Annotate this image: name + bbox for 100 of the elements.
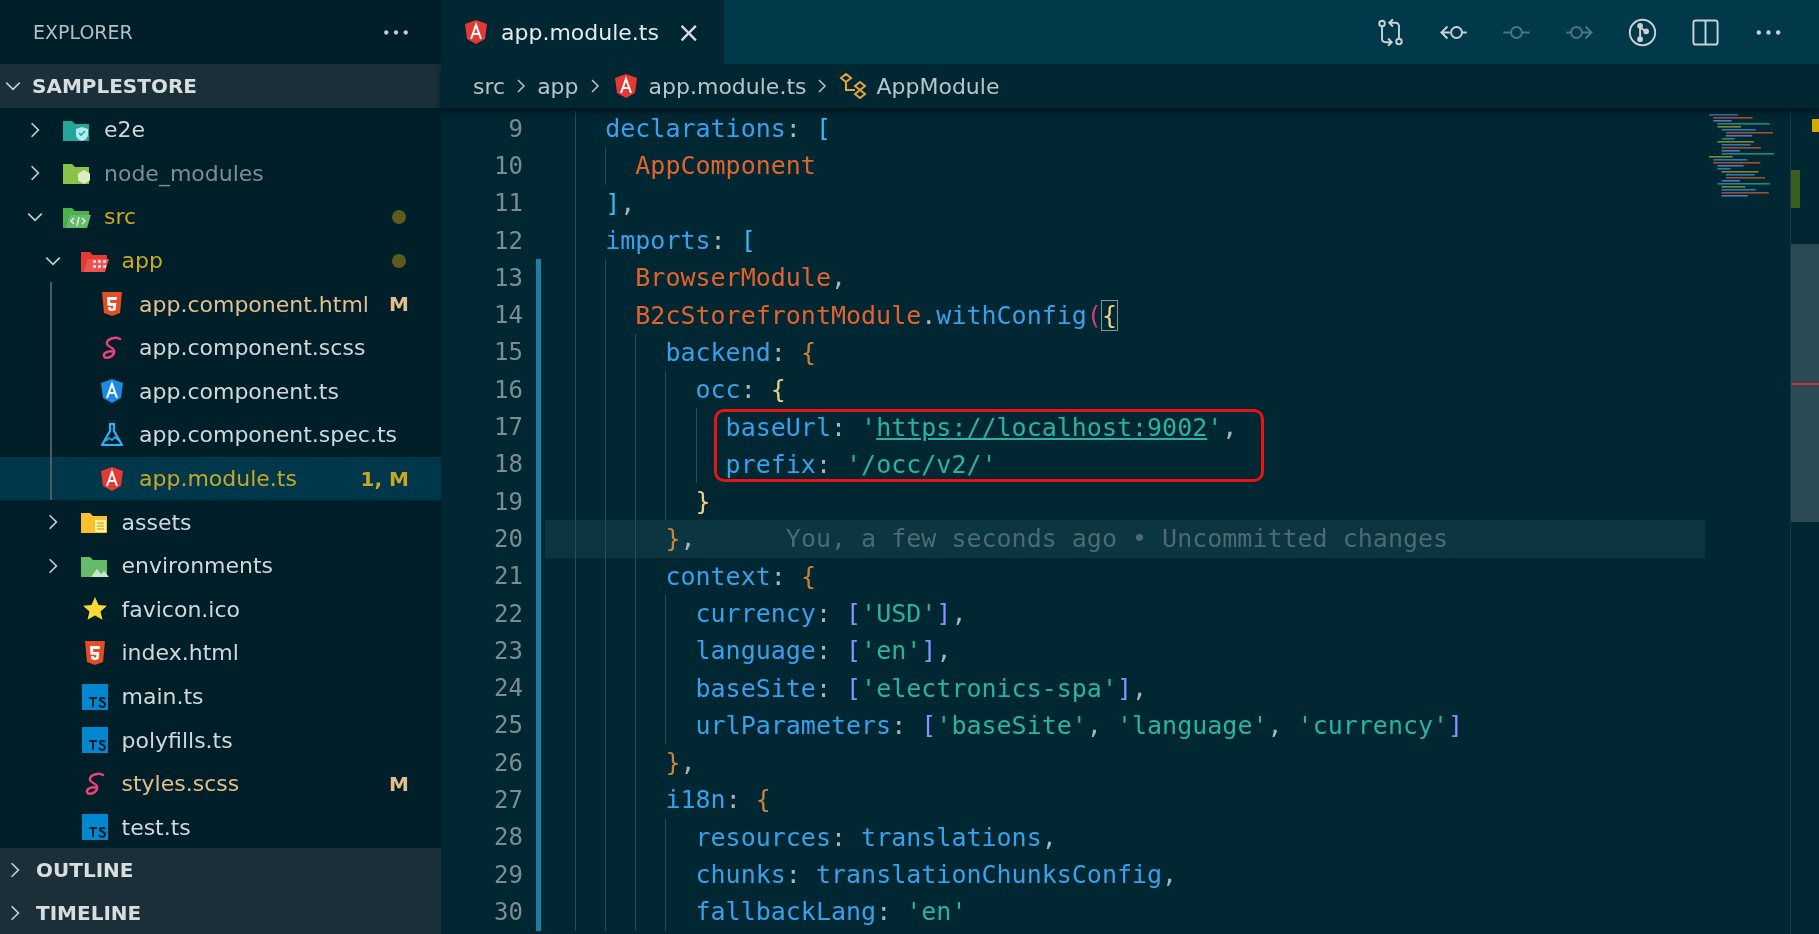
line-number: 24 [493, 674, 523, 703]
file-name: polyfills.ts [121, 727, 233, 753]
tree-item[interactable]: app.component.ts [0, 369, 441, 414]
file-name: main.ts [121, 684, 204, 709]
tree-item[interactable]: app.module.ts 1, M [0, 456, 441, 501]
code-line: context: { [665, 561, 816, 591]
branch-circle-icon[interactable] [1628, 17, 1657, 47]
tree-item[interactable]: app.component.html M [0, 282, 441, 326]
tree-item[interactable]: src [0, 195, 441, 239]
code-line: baseUrl: 'https://localhost:9002', [725, 412, 1238, 442]
more-icon[interactable] [383, 27, 409, 37]
scroll-thumb[interactable] [1791, 244, 1819, 522]
code-line: }, [665, 524, 696, 554]
line-number: 27 [493, 786, 523, 814]
code-line: currency: ['USD'], [695, 599, 967, 628]
warning-marker [1812, 119, 1819, 132]
line-number: 13 [493, 263, 523, 292]
code-line: imports: [ [605, 226, 756, 256]
close-button[interactable]: × [676, 15, 701, 49]
typescript-file-icon [79, 814, 110, 841]
line-number: 29 [493, 860, 523, 889]
tree-item[interactable]: node_modules [0, 151, 441, 196]
file-name: node_modules [104, 160, 264, 186]
tree-item[interactable]: app [0, 238, 441, 283]
tree-item[interactable]: app.component.scss [0, 325, 441, 370]
git-status-label: M [389, 771, 409, 796]
code-line: B2cStorefrontModule.withConfig({ [635, 300, 1117, 330]
code-line: backend: { [665, 337, 816, 367]
tree-item[interactable]: polyfills.ts [0, 718, 441, 762]
line-number: 18 [493, 450, 523, 479]
tree-item[interactable]: e2e [0, 108, 441, 152]
tab-title: app.module.ts [501, 19, 659, 45]
error-marker [1791, 383, 1819, 385]
tree-item[interactable]: favicon.ico [0, 587, 441, 632]
typescript-file-icon [79, 727, 110, 754]
code-line: ], [605, 188, 636, 218]
file-name: styles.scss [121, 771, 240, 797]
tree-item[interactable]: styles.scss M [0, 761, 441, 806]
line-number: 21 [493, 562, 523, 591]
code-line: declarations: [ [605, 114, 831, 144]
change-marker [1791, 170, 1800, 208]
line-number: 28 [493, 823, 523, 852]
tree-item[interactable]: main.ts [0, 674, 441, 719]
code-line: chunks: translationChunksConfig, [695, 860, 1178, 890]
breadcrumb-item[interactable]: app [537, 73, 579, 99]
code-line: AppComponent [635, 151, 816, 181]
breadcrumb-item[interactable]: src [473, 73, 506, 99]
code-line: occ: { [695, 375, 786, 405]
file-name: app.component.html [139, 291, 369, 317]
line-number: 19 [493, 487, 523, 516]
project-header[interactable]: SAMPLESTORE [0, 64, 441, 108]
scrollbar[interactable] [1790, 108, 1819, 934]
file-name: favicon.ico [121, 596, 241, 622]
code-line: i18n: { [665, 785, 771, 815]
breadcrumb-item[interactable]: AppModule [838, 73, 1000, 99]
git-status-label: 1, M [360, 466, 409, 491]
line-number: 14 [493, 301, 523, 330]
file-name: test.ts [121, 814, 191, 840]
line-number: 25 [493, 711, 523, 740]
code-line: } [695, 487, 711, 517]
project-name: SAMPLESTORE [32, 74, 197, 98]
line-number: 20 [493, 524, 523, 553]
file-name: app.component.spec.ts [139, 422, 397, 448]
file-name: environments [121, 553, 274, 579]
section-title: OUTLINE [36, 857, 134, 882]
tree-item[interactable]: test.ts [0, 805, 441, 848]
file-name: src [104, 204, 137, 230]
editor-tab[interactable]: app.module.ts × [441, 0, 725, 64]
tree-item[interactable]: assets [0, 500, 441, 544]
section-header[interactable]: TIMELINE [0, 891, 441, 934]
file-name: e2e [104, 117, 146, 143]
section-header[interactable]: OUTLINE [0, 848, 441, 891]
tree-item[interactable]: app.component.spec.ts [0, 413, 441, 457]
line-number: 30 [493, 897, 523, 926]
file-name: app.component.ts [139, 378, 339, 404]
line-number: 9 [507, 114, 523, 143]
split-editor-icon[interactable] [1691, 17, 1720, 47]
line-number: 12 [493, 226, 523, 255]
typescript-file-icon [79, 683, 110, 710]
code-line: baseSite: ['electronics-spa'], [695, 673, 1148, 703]
code-line: BrowserModule, [635, 263, 847, 293]
line-number: 10 [493, 151, 523, 180]
section-title: TIMELINE [36, 900, 142, 925]
file-name: assets [121, 509, 192, 535]
file-name: index.html [121, 640, 239, 666]
blame-annotation: You, a few seconds ago • Uncommitted changes [785, 524, 1449, 554]
tree-item[interactable]: index.html [0, 631, 441, 675]
line-number: 15 [493, 338, 523, 367]
line-number: 11 [493, 189, 523, 218]
panel-title: EXPLORER [33, 21, 133, 43]
code-line: urlParameters: ['baseSite', 'language', 'currency'] [695, 710, 1464, 740]
line-number: 16 [493, 375, 523, 404]
breadcrumb-item[interactable]: app.module.ts [610, 73, 807, 99]
class-icon [838, 73, 869, 99]
line-number: 17 [493, 413, 523, 441]
code-line: fallbackLang: 'en' [695, 897, 967, 927]
code-line: prefix: '/occ/v2/' [725, 449, 997, 479]
file-name: app [121, 248, 163, 274]
compare-changes-icon[interactable] [1376, 17, 1405, 47]
tree-item[interactable]: environments [0, 543, 441, 588]
